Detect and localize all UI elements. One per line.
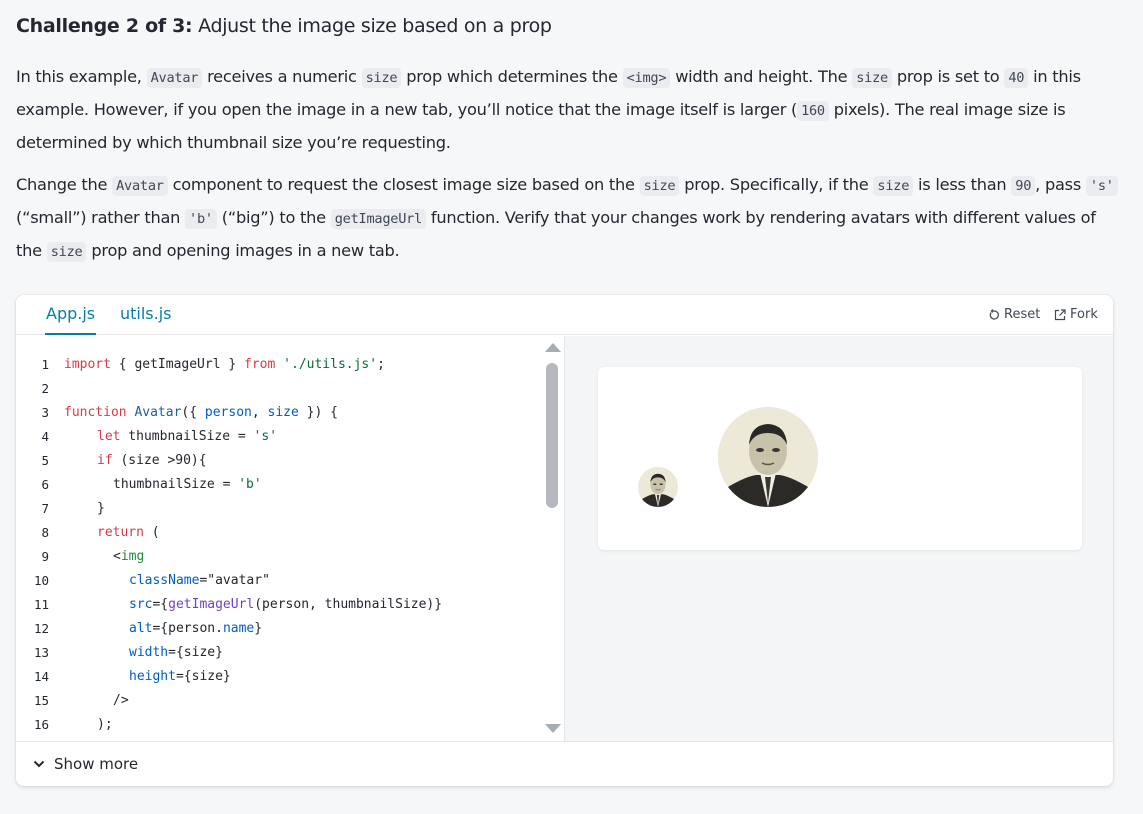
- portrait-image: [638, 467, 678, 507]
- challenge-title: Challenge 2 of 3: Adjust the image size …: [16, 15, 552, 37]
- inline-code: size: [639, 176, 680, 196]
- challenge-prefix: Challenge 2 of 3:: [16, 15, 193, 37]
- inline-code: 90: [1011, 176, 1036, 196]
- external-link-icon: [1054, 308, 1066, 320]
- avatar-small[interactable]: [638, 467, 678, 507]
- inline-code: Avatar: [112, 176, 168, 196]
- inline-code: 160: [797, 101, 829, 121]
- show-more-bar: Show more: [16, 741, 1113, 786]
- code-editor[interactable]: 1 import { getImageUrl } from './utils.js…: [16, 336, 564, 741]
- code-line: 9 <img: [41, 549, 145, 564]
- inline-code: 40: [1004, 68, 1029, 88]
- editor-scrollbar-thumb[interactable]: [546, 363, 558, 508]
- code-line: 8 return (: [41, 525, 160, 540]
- inline-code: size: [361, 68, 402, 88]
- preview-pane: [564, 336, 1113, 741]
- code-line: 4 let thumbnailSize = 's': [41, 429, 278, 444]
- reset-label: Reset: [1004, 307, 1041, 322]
- fork-button[interactable]: Fork: [1054, 307, 1098, 322]
- description-paragraph-1: In this example, Avatar receives a numer…: [16, 67, 1081, 152]
- reset-icon: [989, 308, 999, 320]
- inline-code: size: [46, 242, 87, 262]
- code-line: 12 alt={person.name}: [33, 621, 263, 636]
- inline-code: getImageUrl: [330, 209, 426, 229]
- code-line: 16);: [33, 717, 113, 732]
- code-line: 3 function Avatar({ person, size }) {: [41, 405, 338, 420]
- preview-card: [598, 367, 1082, 550]
- code-line: 11 src={getImageUrl(person, thumbnailSize…: [33, 597, 443, 612]
- reset-button[interactable]: Reset: [988, 307, 1040, 322]
- description-paragraph-2: Change the Avatar component to request t…: [16, 169, 1121, 268]
- challenge-heading: Adjust the image size based on a prop: [198, 15, 552, 37]
- inline-code: size: [852, 68, 892, 88]
- code-line: 2: [41, 381, 49, 396]
- code-line: 10 className="avatar": [33, 573, 270, 588]
- inline-code: 'b': [185, 209, 217, 229]
- fork-label: Fork: [1070, 307, 1098, 322]
- inline-code: 's': [1085, 176, 1118, 196]
- show-more-label: Show more: [54, 755, 139, 773]
- tab-app-js[interactable]: App.js: [44, 304, 97, 335]
- code-line: 13 width={size}: [33, 645, 223, 660]
- inline-code: size: [873, 176, 914, 196]
- tab-utils-js[interactable]: utils.js: [120, 304, 172, 323]
- code-line: 7}: [41, 501, 105, 516]
- show-more-button[interactable]: Show more: [32, 755, 138, 773]
- code-sandbox: App.js utils.js Reset Fork 1 import { get…: [16, 295, 1113, 786]
- avatar-large[interactable]: [718, 407, 818, 507]
- code-line: 6 thumbnailSize = 'b': [41, 477, 262, 492]
- scroll-down-arrow[interactable]: [545, 724, 561, 733]
- inline-code: Avatar: [146, 68, 203, 88]
- code-line: 15/>: [33, 693, 129, 708]
- chevron-down-icon: [33, 760, 45, 768]
- code-line: 1 import { getImageUrl } from './utils.js…: [41, 357, 385, 372]
- code-line: 5 if (size >90){: [41, 453, 207, 468]
- scroll-up-arrow[interactable]: [545, 343, 561, 352]
- portrait-image: [718, 407, 818, 507]
- sandbox-tabbar: App.js utils.js Reset Fork: [16, 295, 1113, 335]
- code-line: 14 height={size}: [33, 669, 231, 684]
- inline-code: <img>: [622, 68, 671, 88]
